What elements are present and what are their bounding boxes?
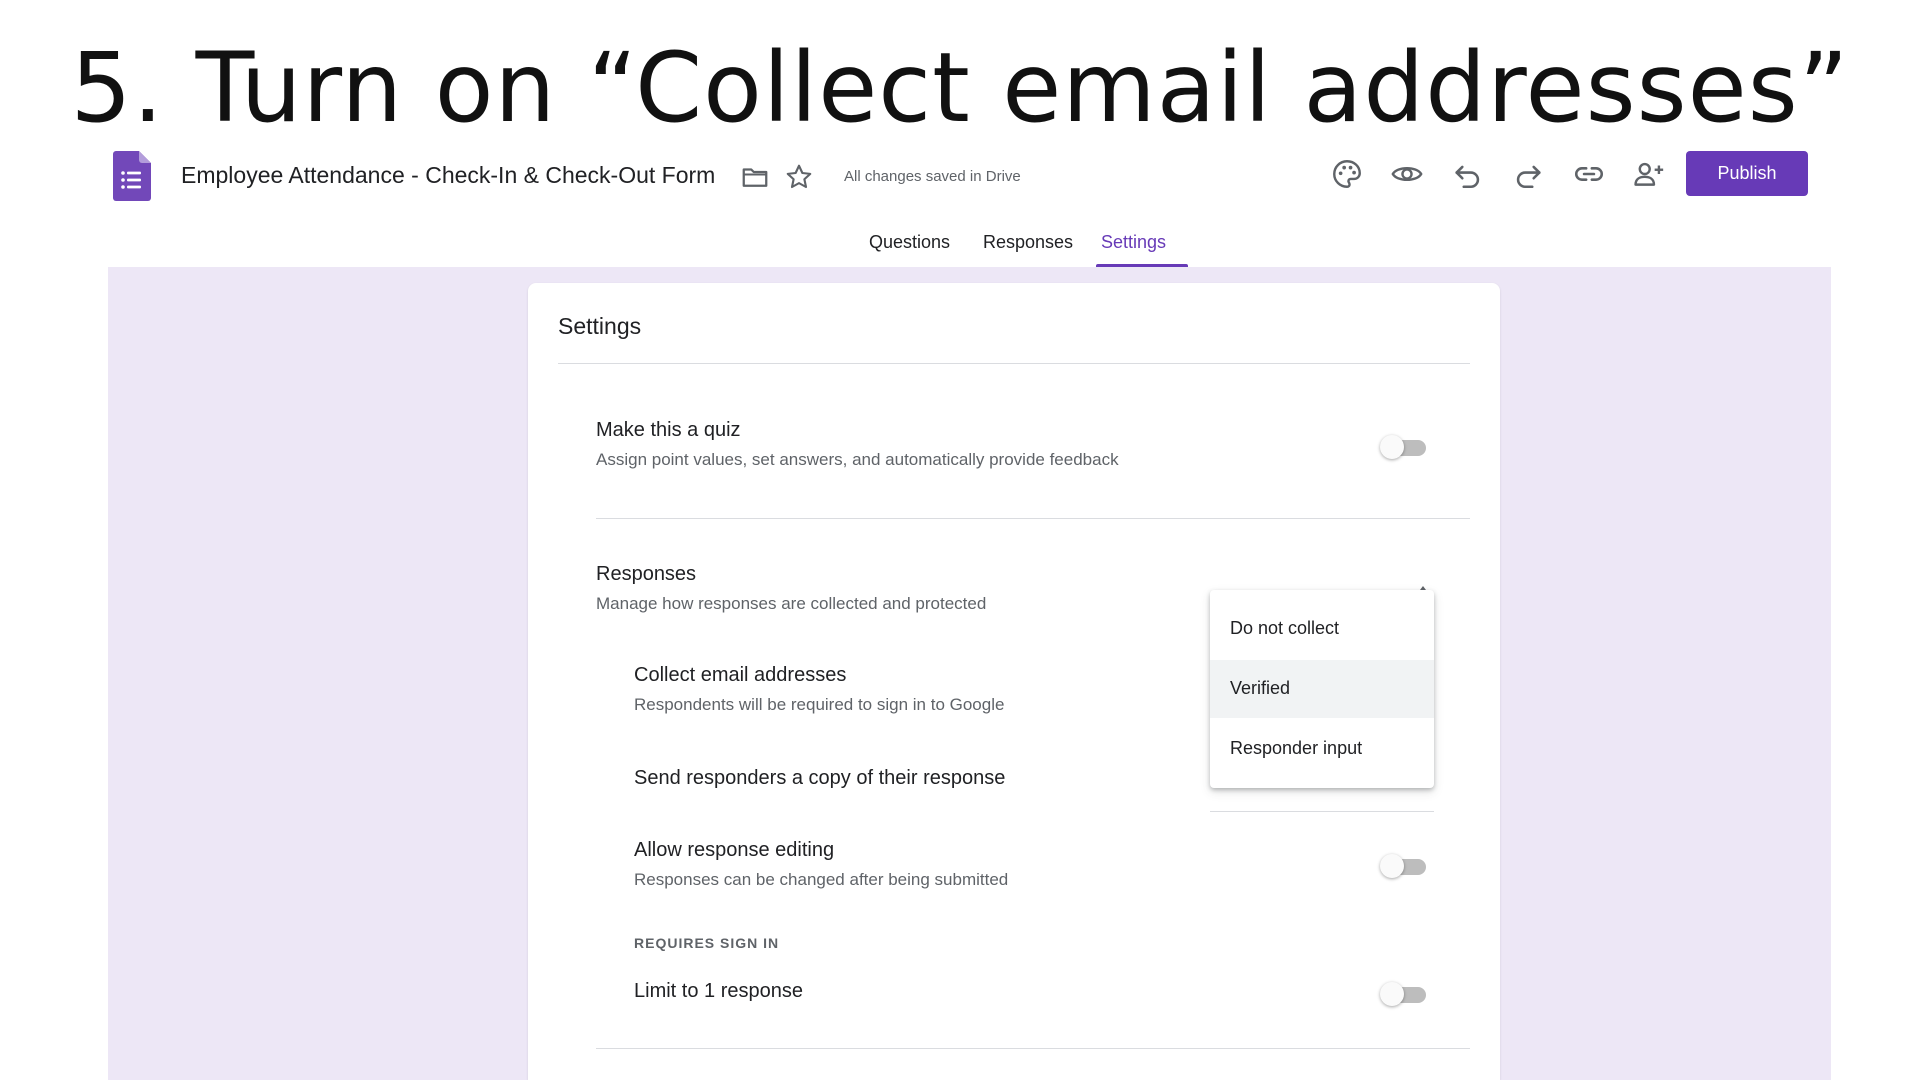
divider xyxy=(596,518,1470,519)
dropdown-option-verified[interactable]: Verified xyxy=(1210,660,1434,718)
save-status: All changes saved in Drive xyxy=(844,168,1021,185)
dropdown-option-responder-input[interactable]: Responder input xyxy=(1210,720,1434,778)
publish-button[interactable]: Publish xyxy=(1686,151,1808,196)
preview-eye-icon[interactable] xyxy=(1390,157,1424,191)
allow-editing-subtitle: Responses can be changed after being sub… xyxy=(634,870,1009,889)
star-icon[interactable] xyxy=(784,162,814,192)
divider xyxy=(596,1048,1470,1049)
dropdown-option-do-not-collect[interactable]: Do not collect xyxy=(1210,600,1434,658)
redo-icon[interactable] xyxy=(1511,157,1545,191)
quiz-title: Make this a quiz xyxy=(596,419,741,441)
settings-heading: Settings xyxy=(558,313,642,339)
document-title[interactable]: Employee Attendance - Check-In & Check-O… xyxy=(181,162,715,189)
responses-section-title: Responses xyxy=(596,563,697,585)
collect-email-title: Collect email addresses xyxy=(634,664,847,686)
limit-one-title: Limit to 1 response xyxy=(634,980,803,1002)
slide-title: 5. Turn on “Collect email addresses” xyxy=(70,32,1850,144)
collect-email-subtitle: Respondents will be required to sign in … xyxy=(634,695,1005,714)
link-icon[interactable] xyxy=(1572,157,1606,191)
divider xyxy=(558,363,1470,364)
send-copy-title: Send responders a copy of their response xyxy=(634,767,1006,789)
palette-icon[interactable] xyxy=(1330,157,1364,191)
google-forms-logo-icon[interactable] xyxy=(113,151,151,201)
allow-editing-toggle[interactable] xyxy=(1378,851,1430,881)
quiz-toggle[interactable] xyxy=(1378,432,1430,462)
tab-responses[interactable]: Responses xyxy=(983,232,1073,253)
undo-icon[interactable] xyxy=(1451,157,1485,191)
app-header: Employee Attendance - Check-In & Check-O… xyxy=(108,148,1828,210)
quiz-subtitle: Assign point values, set answers, and au… xyxy=(596,450,1119,469)
tab-settings[interactable]: Settings xyxy=(1101,232,1166,253)
limit-one-toggle[interactable] xyxy=(1378,979,1430,1009)
requires-sign-in-label: REQUIRES SIGN IN xyxy=(634,935,780,951)
responses-section-subtitle: Manage how responses are collected and p… xyxy=(596,594,987,613)
tab-questions[interactable]: Questions xyxy=(869,232,950,253)
collect-email-dropdown-menu: Do not collect Verified Responder input xyxy=(1210,590,1434,788)
add-collaborator-icon[interactable] xyxy=(1632,157,1666,191)
allow-editing-title: Allow response editing xyxy=(634,839,835,861)
folder-icon[interactable] xyxy=(740,162,770,192)
form-tabs: Questions Responses Settings xyxy=(0,228,1920,268)
